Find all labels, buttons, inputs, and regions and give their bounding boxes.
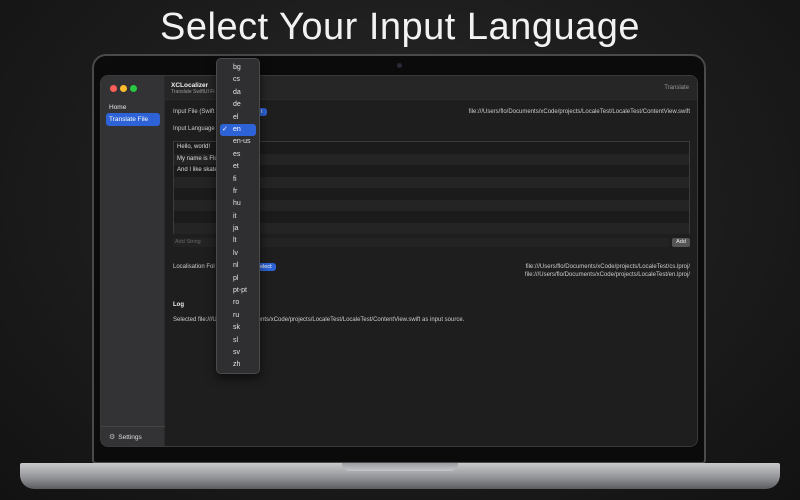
menu-item-language[interactable]: sv (220, 347, 256, 359)
menu-item-language[interactable]: fi (220, 174, 256, 186)
menu-item-language[interactable]: es (220, 149, 256, 161)
menu-item-language[interactable]: it (220, 211, 256, 223)
menu-item-language[interactable]: fr (220, 186, 256, 198)
settings-label: Settings (118, 434, 142, 441)
menu-item-language[interactable]: el (220, 112, 256, 124)
input-file-path: file:///Users/flo/Documents/xCode/projec… (468, 109, 690, 115)
log-heading: Log (173, 302, 184, 308)
checkmark-icon: ✓ (222, 125, 228, 133)
zoom-window-button[interactable] (130, 85, 137, 92)
localisation-folder-label: Localisation Fol (173, 264, 215, 270)
localisation-path: file:///Users/flo/Documents/xCode/projec… (525, 264, 690, 270)
gear-icon: ⚙ (109, 434, 116, 441)
menu-item-language[interactable]: ru (220, 310, 256, 322)
menu-item-language[interactable]: et (220, 161, 256, 173)
menu-item-language[interactable]: da (220, 87, 256, 99)
menu-item-language[interactable]: de (220, 99, 256, 111)
menu-item-language[interactable]: ja (220, 223, 256, 235)
translate-button[interactable]: Translate (664, 85, 689, 91)
app-window: Home Translate File ⚙ Settings XCLocalize… (100, 75, 698, 447)
input-file-label: Input File (Swift (173, 109, 215, 115)
menu-item-language[interactable]: en-us (220, 136, 256, 148)
add-string-button[interactable]: Add (672, 238, 690, 247)
menu-item-language[interactable]: pl (220, 273, 256, 285)
camera-dot (397, 63, 402, 68)
menu-item-language[interactable]: zh (220, 359, 256, 371)
menu-item-language[interactable]: cs (220, 74, 256, 86)
menu-item-language-selected[interactable]: ✓ en (220, 123, 256, 137)
menu-item-language[interactable]: sl (220, 335, 256, 347)
log-line-prefix: Selected file:///U (173, 317, 217, 323)
menu-item-label: en (233, 125, 241, 133)
close-window-button[interactable] (110, 85, 117, 92)
menu-item-language[interactable]: hu (220, 198, 256, 210)
app-title: XCLocalizer (171, 82, 209, 89)
menu-item-language[interactable]: ro (220, 297, 256, 309)
laptop-notch (342, 463, 458, 471)
localisation-path: file:///Users/flo/Documents/xCode/projec… (524, 272, 690, 278)
language-dropdown-menu: bg cs da de el ✓ en en-us es et fi fr hu … (216, 58, 260, 374)
input-language-label: Input Language (173, 126, 215, 132)
menu-item-language[interactable]: lv (220, 248, 256, 260)
menu-item-language[interactable]: lt (220, 235, 256, 247)
sidebar: Home Translate File ⚙ Settings (101, 76, 165, 446)
menu-item-language[interactable]: bg (220, 62, 256, 74)
app-subtitle: Translate SwiftUI Fi (171, 89, 215, 95)
minimize-window-button[interactable] (120, 85, 127, 92)
menu-item-language[interactable]: sk (220, 322, 256, 334)
menu-item-language[interactable]: pt-pt (220, 285, 256, 297)
sidebar-item-translate-file[interactable]: Translate File (106, 113, 160, 126)
settings-button[interactable]: ⚙ Settings (101, 426, 165, 446)
menu-item-language[interactable]: nl (220, 260, 256, 272)
log-line-suffix: ents/xCode/projects/LocaleTest/LocaleTes… (257, 317, 465, 323)
marketing-headline: Select Your Input Language (160, 6, 640, 48)
